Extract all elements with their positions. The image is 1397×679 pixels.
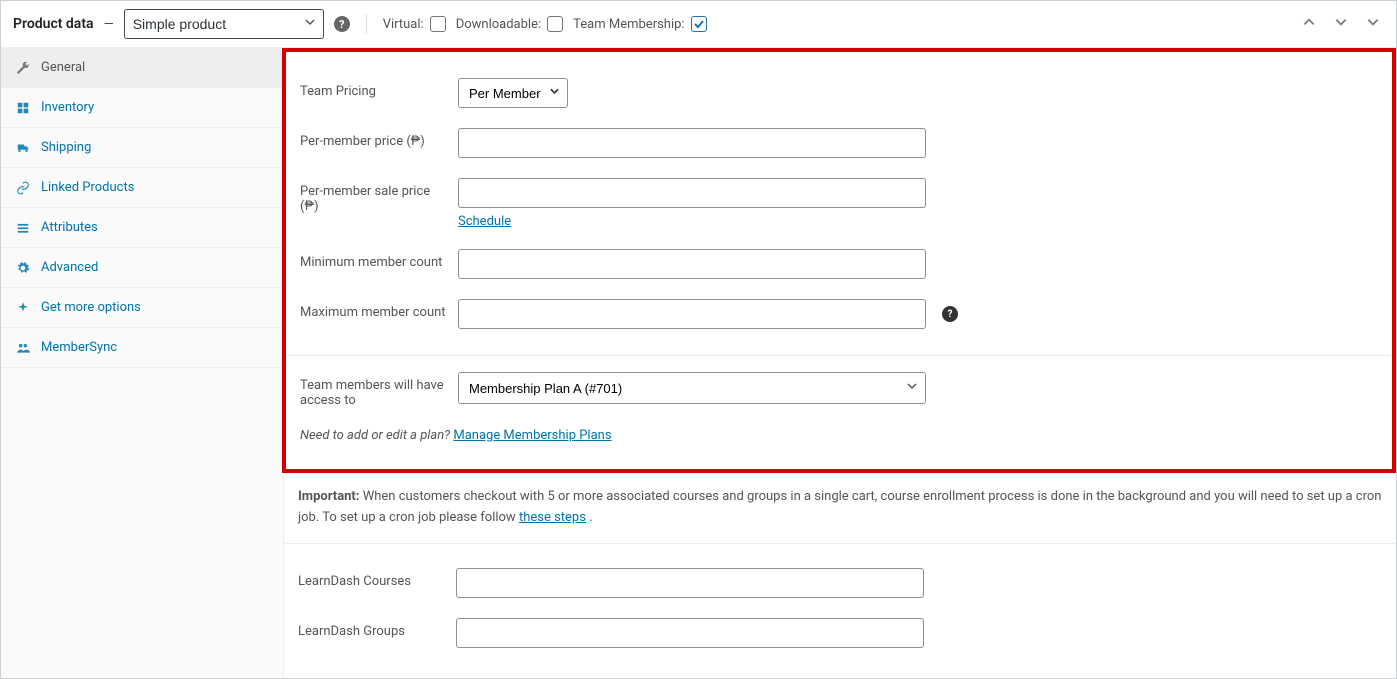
tab-general[interactable]: General bbox=[1, 48, 283, 88]
panel-body: General Inventory Shipping Linked Produc… bbox=[1, 48, 1396, 678]
tab-attributes[interactable]: Attributes bbox=[1, 208, 283, 248]
downloadable-group: Downloadable: bbox=[456, 16, 563, 32]
team-membership-checkbox[interactable] bbox=[691, 16, 707, 32]
tab-shipping[interactable]: Shipping bbox=[1, 128, 283, 168]
product-type-select[interactable]: Simple product bbox=[124, 9, 324, 39]
team-pricing-label: Team Pricing bbox=[300, 78, 450, 99]
downloadable-checkbox[interactable] bbox=[547, 16, 563, 32]
per-member-price-label: Per-member price (₱) bbox=[300, 128, 450, 149]
users-icon bbox=[15, 341, 31, 355]
help-icon[interactable]: ? bbox=[334, 16, 350, 32]
min-member-count-input[interactable] bbox=[458, 249, 926, 279]
panel-header: Product data — Simple product ? Virtual:… bbox=[1, 1, 1396, 48]
schedule-link[interactable]: Schedule bbox=[458, 214, 511, 229]
wrench-icon bbox=[15, 61, 31, 75]
team-membership-label: Team Membership: bbox=[573, 17, 684, 32]
truck-icon bbox=[15, 141, 31, 155]
tab-label: MemberSync bbox=[41, 340, 117, 355]
inventory-icon bbox=[15, 101, 31, 115]
link-icon bbox=[15, 181, 31, 195]
tab-membersync[interactable]: MemberSync bbox=[1, 328, 283, 368]
tab-label: Advanced bbox=[41, 260, 98, 275]
attributes-icon bbox=[15, 221, 31, 235]
learndash-courses-label: LearnDash Courses bbox=[298, 568, 448, 589]
per-member-sale-price-input[interactable] bbox=[458, 178, 926, 208]
virtual-checkbox[interactable] bbox=[430, 16, 446, 32]
learndash-groups-input[interactable] bbox=[456, 618, 924, 648]
tab-label: Get more options bbox=[41, 300, 141, 315]
help-icon[interactable]: ? bbox=[942, 306, 958, 322]
product-type-wrap: Simple product bbox=[124, 9, 324, 39]
sparkle-icon bbox=[15, 301, 31, 315]
move-up-button[interactable] bbox=[1298, 15, 1320, 33]
team-membership-group: Team Membership: bbox=[573, 16, 706, 32]
important-note: Important: When customers checkout with … bbox=[284, 473, 1396, 544]
learndash-courses-input[interactable] bbox=[456, 568, 924, 598]
gear-icon bbox=[15, 261, 31, 275]
toggle-panel-button[interactable] bbox=[1362, 15, 1384, 33]
product-data-panel: Product data — Simple product ? Virtual:… bbox=[0, 0, 1397, 679]
per-member-price-input[interactable] bbox=[458, 128, 926, 158]
tab-label: Shipping bbox=[41, 140, 91, 155]
max-member-count-input[interactable] bbox=[458, 299, 926, 329]
min-member-count-label: Minimum member count bbox=[300, 249, 450, 270]
tab-label: Linked Products bbox=[41, 180, 134, 195]
tab-linked-products[interactable]: Linked Products bbox=[1, 168, 283, 208]
move-down-button[interactable] bbox=[1330, 15, 1352, 33]
tab-label: Attributes bbox=[41, 220, 98, 235]
learndash-groups-label: LearnDash Groups bbox=[298, 618, 448, 639]
product-data-tabs: General Inventory Shipping Linked Produc… bbox=[1, 48, 284, 678]
divider bbox=[366, 14, 367, 34]
max-member-count-label: Maximum member count bbox=[300, 299, 450, 320]
tab-content: Team Pricing Per Member bbox=[284, 48, 1396, 678]
tab-label: General bbox=[41, 60, 85, 75]
panel-title: Product data bbox=[13, 16, 94, 32]
tab-inventory[interactable]: Inventory bbox=[1, 88, 283, 128]
membership-plan-select[interactable]: Membership Plan A (#701) bbox=[458, 372, 926, 404]
plan-note: Need to add or edit a plan? Manage Membe… bbox=[286, 418, 1392, 465]
per-member-sale-price-label: Per-member sale price (₱) bbox=[300, 178, 450, 214]
virtual-label: Virtual: bbox=[383, 17, 424, 32]
tab-advanced[interactable]: Advanced bbox=[1, 248, 283, 288]
highlighted-settings: Team Pricing Per Member bbox=[282, 48, 1396, 473]
title-dash: — bbox=[104, 17, 114, 32]
tab-get-more-options[interactable]: Get more options bbox=[1, 288, 283, 328]
cron-steps-link[interactable]: these steps bbox=[519, 510, 586, 525]
virtual-group: Virtual: bbox=[383, 16, 446, 32]
important-prefix: Important: bbox=[298, 489, 360, 504]
access-label: Team members will have access to bbox=[300, 372, 450, 408]
team-pricing-select[interactable]: Per Member bbox=[458, 78, 568, 108]
tab-label: Inventory bbox=[41, 100, 94, 115]
manage-membership-plans-link[interactable]: Manage Membership Plans bbox=[453, 428, 611, 443]
downloadable-label: Downloadable: bbox=[456, 17, 541, 32]
